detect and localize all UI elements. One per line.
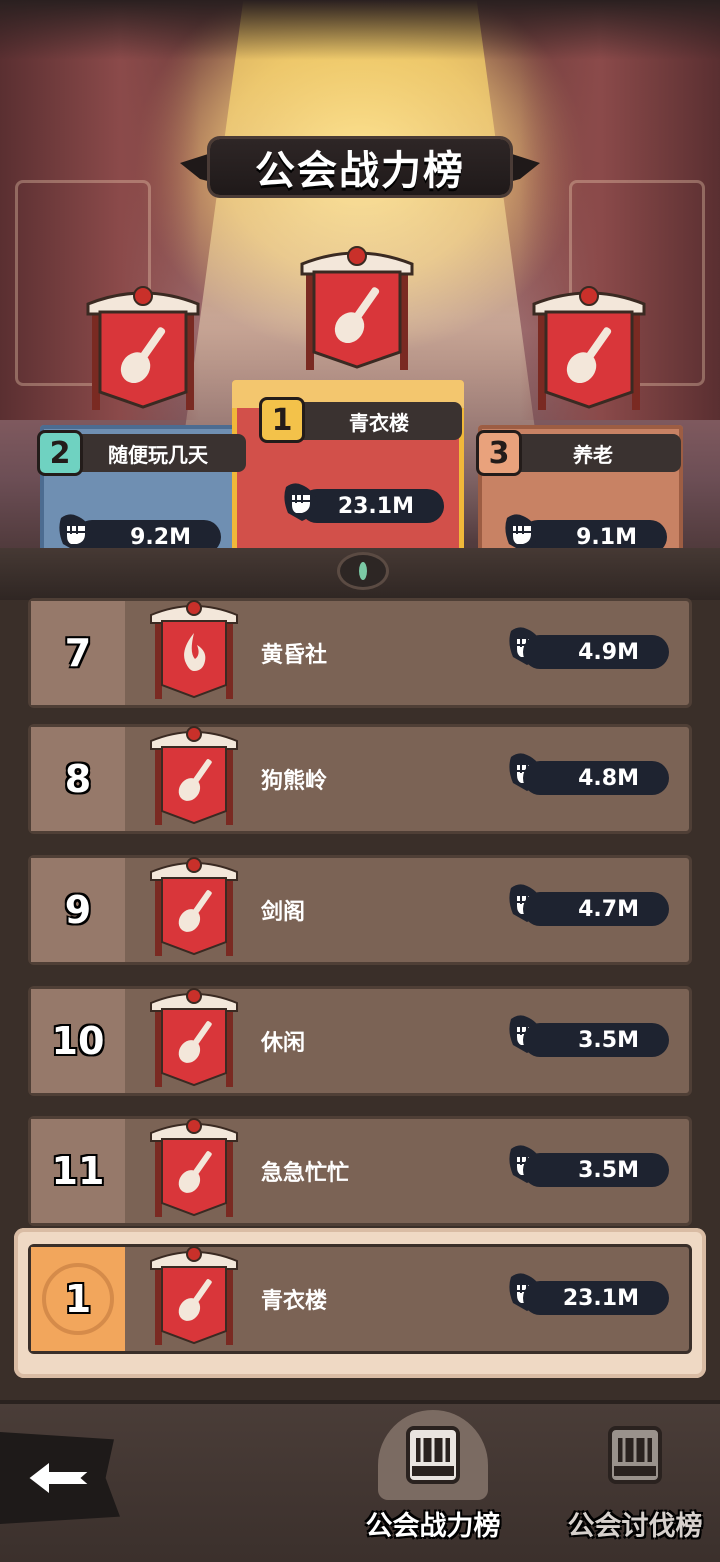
- guild-name: 狗熊岭: [261, 769, 328, 794]
- brush-icon: [145, 854, 243, 958]
- my-rank-number: 1: [31, 1247, 125, 1351]
- guild-name: 黄昏社: [261, 643, 328, 668]
- collapse-toggle[interactable]: [337, 552, 389, 590]
- brush-icon: [145, 985, 243, 1089]
- my-guild-name: 青衣楼: [261, 1289, 328, 1314]
- guild-name: 剑阁: [261, 900, 306, 925]
- guild-name: 休闲: [261, 1031, 306, 1056]
- brush-icon: [145, 1243, 243, 1347]
- flame-icon: [145, 597, 243, 701]
- tab-label: 公会战力榜: [365, 1511, 501, 1542]
- rank-number: 7: [31, 601, 125, 705]
- page-title: 公会战力榜: [255, 148, 465, 194]
- podium-name-rank-3: 养老: [505, 434, 681, 472]
- rank-number: 8: [31, 727, 125, 831]
- brush-icon: [145, 1115, 243, 1219]
- rank-chip-3: 3: [476, 430, 522, 476]
- rank-number: 10: [31, 989, 125, 1093]
- back-button[interactable]: [0, 1432, 120, 1524]
- fist-icon: [278, 479, 324, 525]
- guild-emblem-rank-1[interactable]: [292, 242, 422, 372]
- power-value: 4.9M: [523, 635, 669, 669]
- back-arrow-icon: [26, 1458, 93, 1498]
- tab-label: 公会讨伐榜: [567, 1511, 703, 1542]
- list-item[interactable]: 8 狗熊岭 4.8M: [28, 724, 692, 834]
- guild-name: 急急忙忙: [261, 1161, 350, 1186]
- tab-guild-power[interactable]: 公会战力榜: [348, 1410, 518, 1550]
- rank-chip-1: 1: [259, 397, 305, 443]
- podium-stage: 公会战力榜 青衣楼 1 23.1M 随便玩几天 2 9.2M 养老 3 9.1M: [0, 0, 720, 600]
- guild-emblem-rank-3[interactable]: [524, 282, 654, 412]
- power-value: 3.5M: [523, 1023, 669, 1057]
- rank-chip-2: 2: [37, 430, 83, 476]
- list-item[interactable]: 9 剑阁 4.7M: [28, 855, 692, 965]
- my-guild-row[interactable]: 1 青衣楼 23.1M: [28, 1244, 692, 1354]
- guild-emblem-rank-2[interactable]: [78, 282, 208, 412]
- power-value: 4.8M: [523, 761, 669, 795]
- list-item[interactable]: 11 急急忙忙 3.5M: [28, 1116, 692, 1226]
- my-power-value: 23.1M: [523, 1281, 669, 1315]
- podium-name-rank-2: 随便玩几天: [70, 434, 246, 472]
- rank-number: 11: [31, 1119, 125, 1223]
- throne-icon: [580, 1410, 690, 1500]
- top-frame: [0, 0, 720, 60]
- rank-number: 9: [31, 858, 125, 962]
- throne-icon: [378, 1410, 488, 1500]
- title-banner: 公会战力榜: [180, 125, 540, 209]
- brush-icon: [145, 723, 243, 827]
- podium-name-rank-1: 青衣楼: [296, 402, 462, 440]
- power-value: 3.5M: [523, 1153, 669, 1187]
- tab-guild-raid[interactable]: 公会讨伐榜: [550, 1410, 720, 1550]
- list-item[interactable]: 10 休闲 3.5M: [28, 986, 692, 1096]
- list-item[interactable]: 7 黄昏社 4.9M: [28, 598, 692, 708]
- power-value: 4.7M: [523, 892, 669, 926]
